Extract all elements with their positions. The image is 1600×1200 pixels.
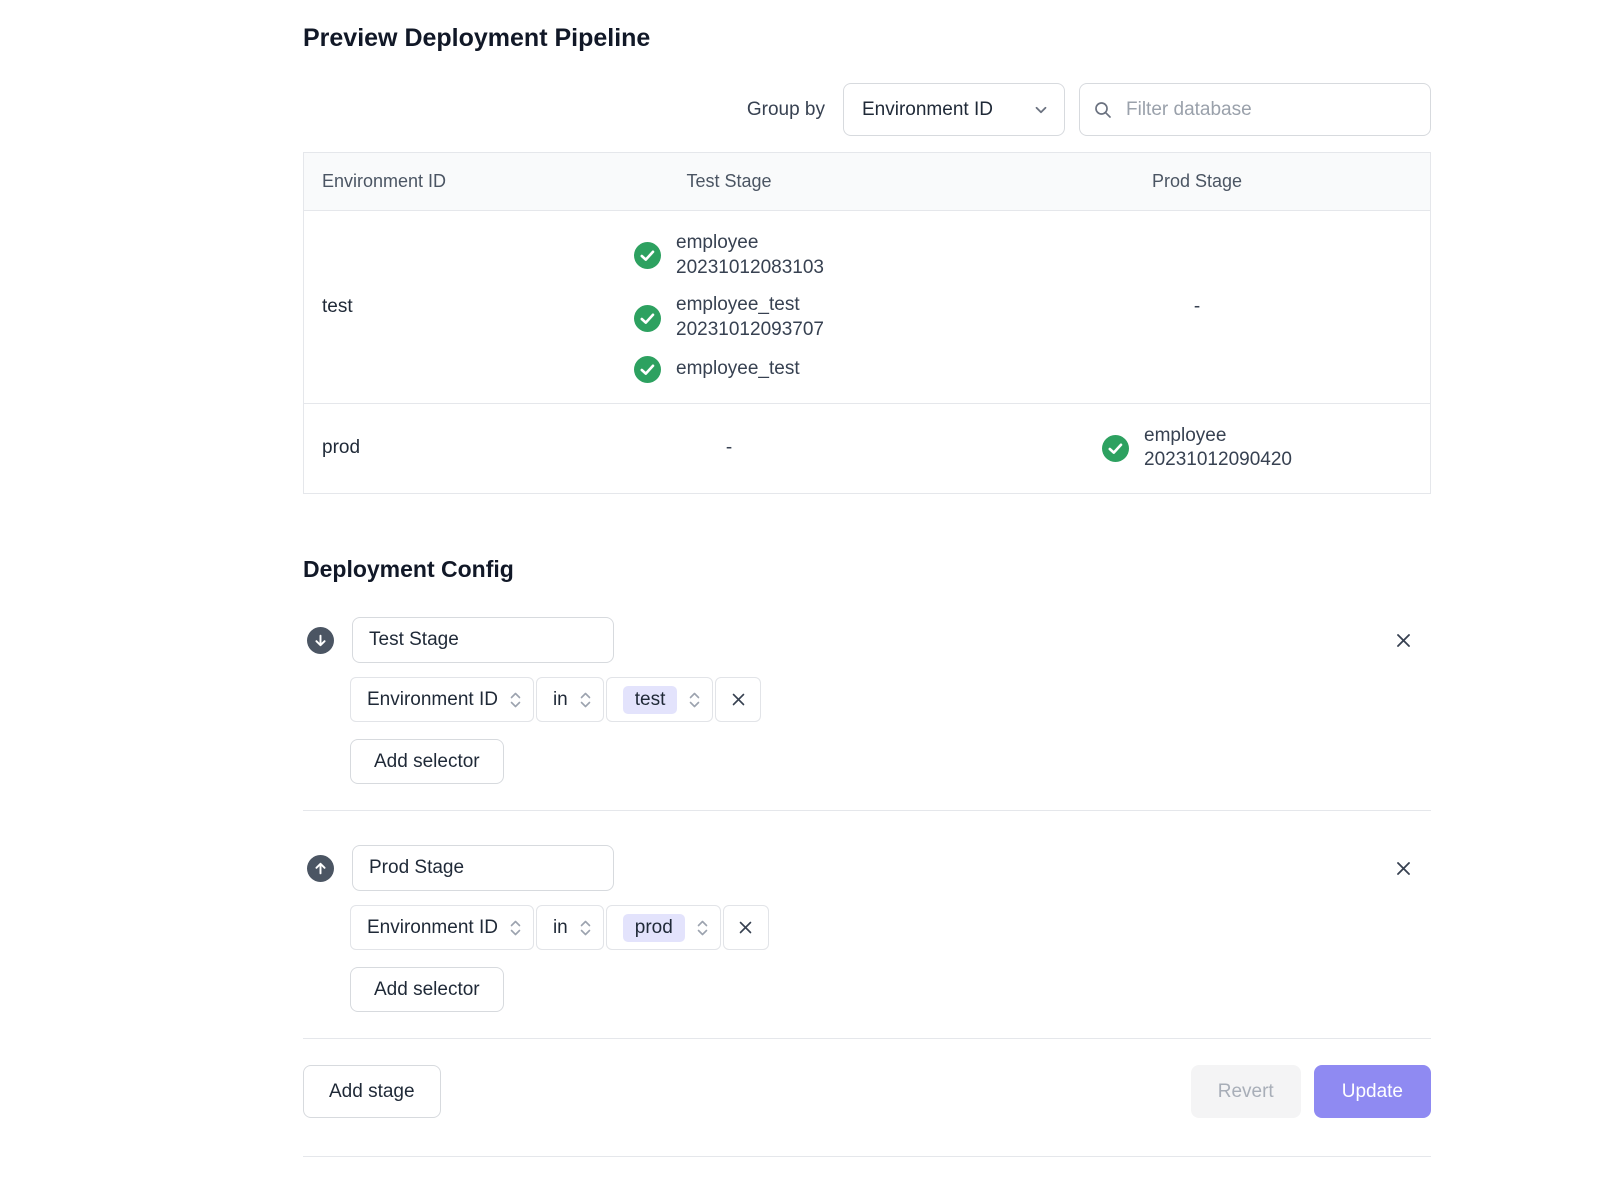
prod-stage-cell: employee 20231012090420 xyxy=(964,404,1430,493)
close-icon xyxy=(737,919,754,936)
stage-divider xyxy=(303,1038,1431,1039)
stage-name-input[interactable] xyxy=(352,845,614,891)
check-circle-icon xyxy=(1102,435,1129,462)
toolbar: Group by Environment ID xyxy=(303,83,1431,136)
selector-key-value: Environment ID xyxy=(367,689,498,711)
table-header-row: Environment ID Test Stage Prod Stage xyxy=(304,153,1430,211)
database-name: employee_test xyxy=(676,293,824,318)
check-circle-icon xyxy=(634,305,661,332)
selector-operator-value: in xyxy=(553,689,568,711)
database-name: employee xyxy=(676,231,824,256)
group-by-select[interactable]: Environment ID xyxy=(843,83,1065,136)
actions-row: Add stage Revert Update xyxy=(303,1065,1431,1118)
bottom-divider xyxy=(303,1156,1431,1157)
remove-stage-button[interactable] xyxy=(1394,859,1413,878)
filter-database-input[interactable] xyxy=(1079,83,1431,136)
add-selector-button[interactable]: Add selector xyxy=(350,967,504,1012)
add-stage-button[interactable]: Add stage xyxy=(303,1065,441,1118)
main-container: Preview Deployment Pipeline Group by Env… xyxy=(303,24,1431,1197)
revert-button[interactable]: Revert xyxy=(1191,1065,1301,1118)
check-circle-icon xyxy=(634,356,661,383)
database-version: 20231012090420 xyxy=(1144,448,1292,473)
deployment-item: employee_test xyxy=(634,356,824,383)
close-icon xyxy=(1394,631,1413,650)
updown-icon xyxy=(689,690,700,710)
table-row: test employee 20231012083103 xyxy=(304,211,1430,404)
update-button[interactable]: Update xyxy=(1314,1065,1431,1118)
selector-row: Environment ID in prod xyxy=(350,905,1431,950)
deployment-item: employee_test 20231012093707 xyxy=(634,293,824,342)
environment-cell: prod xyxy=(304,417,494,479)
selector-key-value: Environment ID xyxy=(367,917,498,939)
stage-block-test: Environment ID in test xyxy=(303,617,1431,810)
column-header-environment-id: Environment ID xyxy=(304,153,494,210)
remove-selector-button[interactable] xyxy=(715,677,761,722)
selector-value-chip: prod xyxy=(623,914,685,942)
database-name: employee xyxy=(1144,424,1292,449)
updown-icon xyxy=(697,918,708,938)
group-by-label: Group by xyxy=(747,99,825,121)
deployment-item: employee 20231012083103 xyxy=(634,231,824,280)
empty-placeholder: - xyxy=(726,437,732,459)
selector-operator-select[interactable]: in xyxy=(536,905,604,950)
test-stage-cell: - xyxy=(494,437,964,459)
selector-key-select[interactable]: Environment ID xyxy=(350,677,534,722)
deployment-config-title: Deployment Config xyxy=(303,556,1431,583)
search-icon xyxy=(1093,100,1113,120)
close-icon xyxy=(1394,859,1413,878)
group-by-value: Environment ID xyxy=(862,99,993,121)
updown-icon xyxy=(510,690,521,710)
page-title: Preview Deployment Pipeline xyxy=(303,24,1431,53)
remove-stage-button[interactable] xyxy=(1394,631,1413,650)
move-down-icon[interactable] xyxy=(307,627,334,654)
table-row: prod - employee 20231012090420 xyxy=(304,404,1430,493)
remove-selector-button[interactable] xyxy=(723,905,769,950)
test-stage-cell: employee 20231012083103 employee_test 20… xyxy=(494,211,964,403)
close-icon xyxy=(730,691,747,708)
selector-row: Environment ID in test xyxy=(350,677,1431,722)
database-name: employee_test xyxy=(676,357,800,382)
selector-operator-select[interactable]: in xyxy=(536,677,604,722)
add-selector-button[interactable]: Add selector xyxy=(350,739,504,784)
pipeline-table: Environment ID Test Stage Prod Stage tes… xyxy=(303,152,1431,494)
stage-name-input[interactable] xyxy=(352,617,614,663)
column-header-prod-stage: Prod Stage xyxy=(964,153,1430,210)
stage-block-prod: Environment ID in prod xyxy=(303,845,1431,1038)
chevron-down-icon xyxy=(1032,101,1050,119)
updown-icon xyxy=(580,690,591,710)
filter-database-search xyxy=(1079,83,1431,136)
environment-cell: test xyxy=(304,276,494,338)
selector-operator-value: in xyxy=(553,917,568,939)
selector-value-chip: test xyxy=(623,686,678,714)
stage-divider xyxy=(303,810,1431,811)
database-version: 20231012093707 xyxy=(676,318,824,343)
database-version: 20231012083103 xyxy=(676,256,824,281)
selector-key-select[interactable]: Environment ID xyxy=(350,905,534,950)
selector-value-select[interactable]: prod xyxy=(606,905,721,950)
updown-icon xyxy=(580,918,591,938)
updown-icon xyxy=(510,918,521,938)
empty-placeholder: - xyxy=(1194,296,1200,318)
check-circle-icon xyxy=(634,242,661,269)
move-up-icon[interactable] xyxy=(307,855,334,882)
deployment-item: employee 20231012090420 xyxy=(1102,424,1292,473)
column-header-test-stage: Test Stage xyxy=(494,153,964,210)
selector-value-select[interactable]: test xyxy=(606,677,714,722)
prod-stage-cell: - xyxy=(964,296,1430,318)
